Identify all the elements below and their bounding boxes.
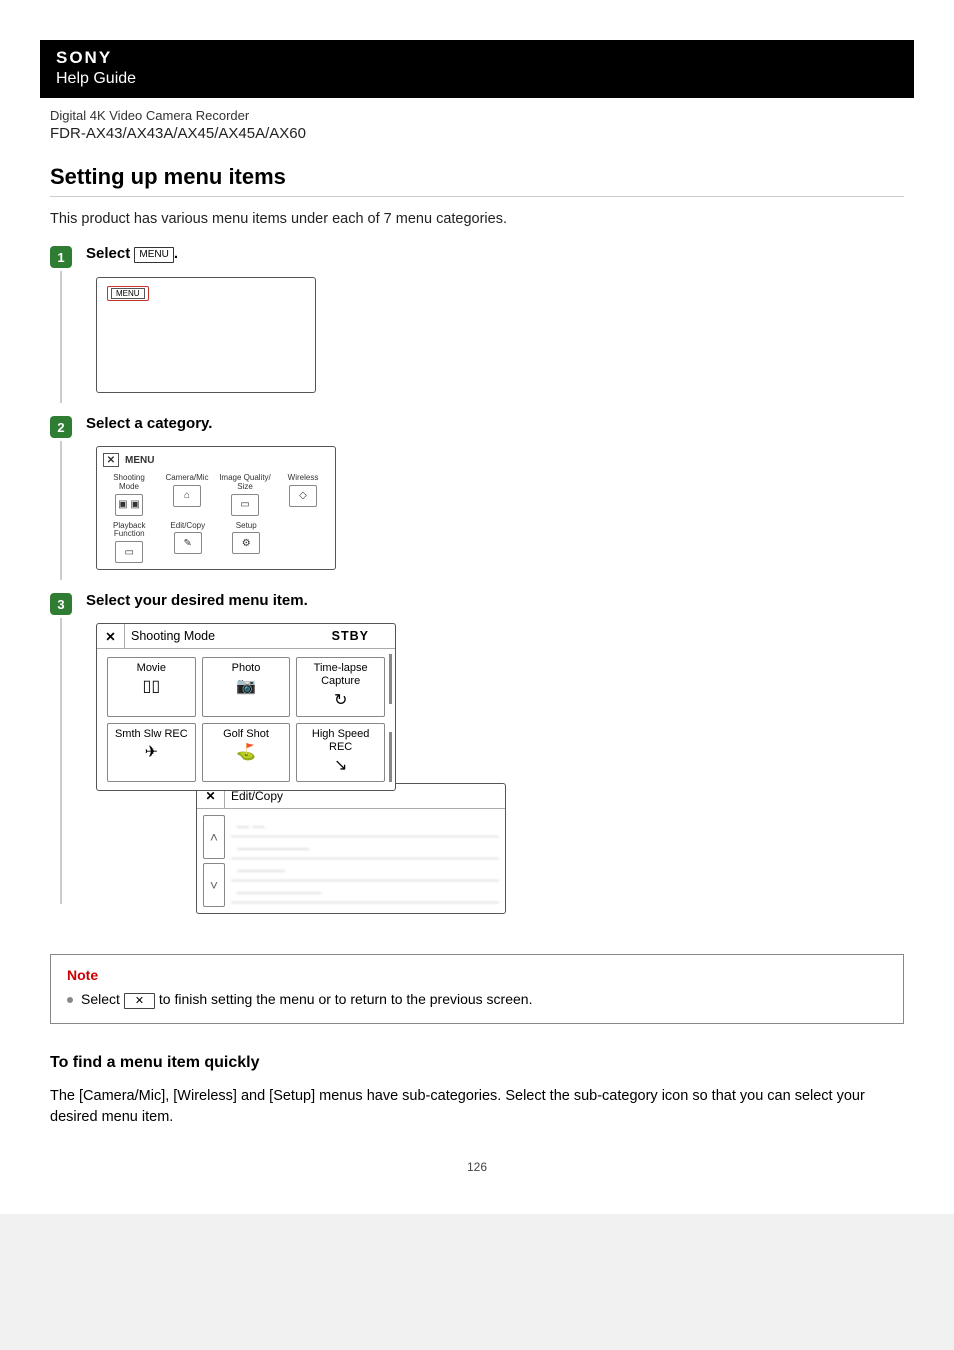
image-quality-icon: ▭ xyxy=(231,494,259,516)
mode-label: High Speed REC xyxy=(299,728,382,754)
note-body: Select ✕ to finish setting the menu or t… xyxy=(67,991,887,1009)
scroll-down-button[interactable]: ˅ xyxy=(203,863,225,907)
mode-label: Time-lapse Capture xyxy=(299,662,382,688)
mode-photo[interactable]: Photo 📷 xyxy=(202,657,291,717)
stby-label: STBY xyxy=(332,629,395,643)
edit-list: — — —————— ———— ——————— xyxy=(231,815,499,907)
menu-tag: MENU xyxy=(134,247,173,263)
step-1-pre: Select xyxy=(86,245,134,262)
list-item[interactable]: —————— xyxy=(231,837,499,859)
menu-button-label: MENU xyxy=(111,288,145,299)
category-image-quality[interactable]: Image Quality/ Size ▭ xyxy=(219,474,271,516)
title-divider xyxy=(50,196,904,197)
product-line: Digital 4K Video Camera Recorder xyxy=(50,108,904,123)
shooting-mode-title: Shooting Mode xyxy=(125,629,332,643)
subsection-title: To find a menu item quickly xyxy=(50,1054,904,1072)
step-1: 1 Select MENU. MENU xyxy=(50,245,904,393)
mode-label: Golf Shot xyxy=(205,728,288,741)
list-item[interactable]: ——————— xyxy=(231,881,499,903)
list-item[interactable]: ———— xyxy=(231,859,499,881)
note-pre: Select xyxy=(81,991,124,1007)
screen-step2: ✕ MENU Shooting Mode ▣ ▣ Camera/Mic ⌂ Imag… xyxy=(96,446,336,570)
list-item[interactable]: — — xyxy=(231,815,499,837)
high-speed-icon: ↘ xyxy=(299,756,382,775)
page-number: 126 xyxy=(50,1160,904,1174)
cat-label: Shooting Mode xyxy=(103,474,155,492)
mode-timelapse[interactable]: Time-lapse Capture ↻ xyxy=(296,657,385,717)
edit-copy-title: Edit/Copy xyxy=(225,789,283,803)
category-wireless[interactable]: Wireless ◇ xyxy=(277,474,329,516)
note-box: Note Select ✕ to finish setting the menu… xyxy=(50,954,904,1024)
step-3: 3 Select your desired menu item. ✕ Shoot… xyxy=(50,592,904,914)
menu-header-label: MENU xyxy=(125,455,154,466)
category-edit-copy[interactable]: Edit/Copy✎ xyxy=(162,522,215,564)
mode-smooth-slow[interactable]: Smth Slw REC ✈ xyxy=(107,723,196,783)
step-1-title: Select MENU. xyxy=(86,245,904,263)
category-playback[interactable]: Playback Function▭ xyxy=(103,522,156,564)
cat-label: Camera/Mic xyxy=(161,474,213,483)
close-button[interactable]: ✕ xyxy=(103,453,119,467)
cat-label: Wireless xyxy=(277,474,329,483)
step-connector xyxy=(60,441,62,580)
step-connector xyxy=(60,271,62,403)
scroll-up-button[interactable]: ˄ xyxy=(203,815,225,859)
note-post: to finish setting the menu or to return … xyxy=(155,991,532,1007)
category-camera-mic[interactable]: Camera/Mic ⌂ xyxy=(161,474,213,516)
mode-label: Movie xyxy=(110,662,193,675)
close-button[interactable]: ✕ xyxy=(97,624,125,648)
screen-edit-copy: ✕ Edit/Copy ˄ ˅ — — —————— ———— xyxy=(196,783,506,914)
photo-icon: 📷 xyxy=(205,677,288,696)
mode-golf[interactable]: Golf Shot ⛳ xyxy=(202,723,291,783)
screen-step1: MENU xyxy=(96,277,316,393)
scrollbar[interactable] xyxy=(389,732,392,782)
scrollbar[interactable] xyxy=(389,654,392,704)
shooting-mode-icon: ▣ ▣ xyxy=(115,494,143,516)
menu-button-highlight[interactable]: MENU xyxy=(107,286,149,301)
close-icon-inline: ✕ xyxy=(124,993,155,1009)
intro-text: This product has various menu items unde… xyxy=(50,211,904,227)
note-title: Note xyxy=(67,967,887,983)
step-badge-2: 2 xyxy=(50,416,72,438)
wireless-icon: ◇ xyxy=(289,485,317,507)
cat-label: Setup xyxy=(220,522,273,531)
edit-copy-icon: ✎ xyxy=(174,532,202,554)
timelapse-icon: ↻ xyxy=(299,691,382,710)
subsection-text: The [Camera/Mic], [Wireless] and [Setup]… xyxy=(50,1086,904,1128)
step-2: 2 Select a category. ✕ MENU Shooting Mod… xyxy=(50,415,904,570)
mode-label: Photo xyxy=(205,662,288,675)
mode-movie[interactable]: Movie ▯▯ xyxy=(107,657,196,717)
movie-icon: ▯▯ xyxy=(110,677,193,696)
smooth-slow-icon: ✈ xyxy=(110,743,193,762)
screen-shooting-mode: ✕ Shooting Mode STBY Movie ▯▯ Photo 📷 Time… xyxy=(96,623,396,791)
brand-logo: SONY xyxy=(40,40,914,70)
steps-container: 1 Select MENU. MENU 2 Select a category. xyxy=(50,245,904,914)
camera-mic-icon: ⌂ xyxy=(173,485,201,507)
model-line: FDR-AX43/AX43A/AX45/AX45A/AX60 xyxy=(50,125,904,142)
cat-label: Edit/Copy xyxy=(162,522,215,531)
category-setup[interactable]: Setup⚙ xyxy=(220,522,273,564)
step-1-post: . xyxy=(174,245,178,262)
step-2-title: Select a category. xyxy=(86,415,904,432)
cat-label: Image Quality/ Size xyxy=(219,474,271,492)
header-band: SONY Help Guide xyxy=(40,40,914,98)
step-badge-3: 3 xyxy=(50,593,72,615)
step-badge-1: 1 xyxy=(50,246,72,268)
golf-icon: ⛳ xyxy=(205,743,288,762)
help-guide-label: Help Guide xyxy=(40,70,914,98)
page: SONY Help Guide Digital 4K Video Camera … xyxy=(0,0,954,1214)
page-title: Setting up menu items xyxy=(50,164,904,190)
step-connector xyxy=(60,618,62,904)
mode-high-speed[interactable]: High Speed REC ↘ xyxy=(296,723,385,783)
bullet-icon xyxy=(67,997,73,1003)
setup-icon: ⚙ xyxy=(232,532,260,554)
category-shooting-mode[interactable]: Shooting Mode ▣ ▣ xyxy=(103,474,155,516)
mode-label: Smth Slw REC xyxy=(110,728,193,741)
step-3-title: Select your desired menu item. xyxy=(86,592,904,609)
playback-icon: ▭ xyxy=(115,541,143,563)
cat-label: Playback Function xyxy=(103,522,156,540)
